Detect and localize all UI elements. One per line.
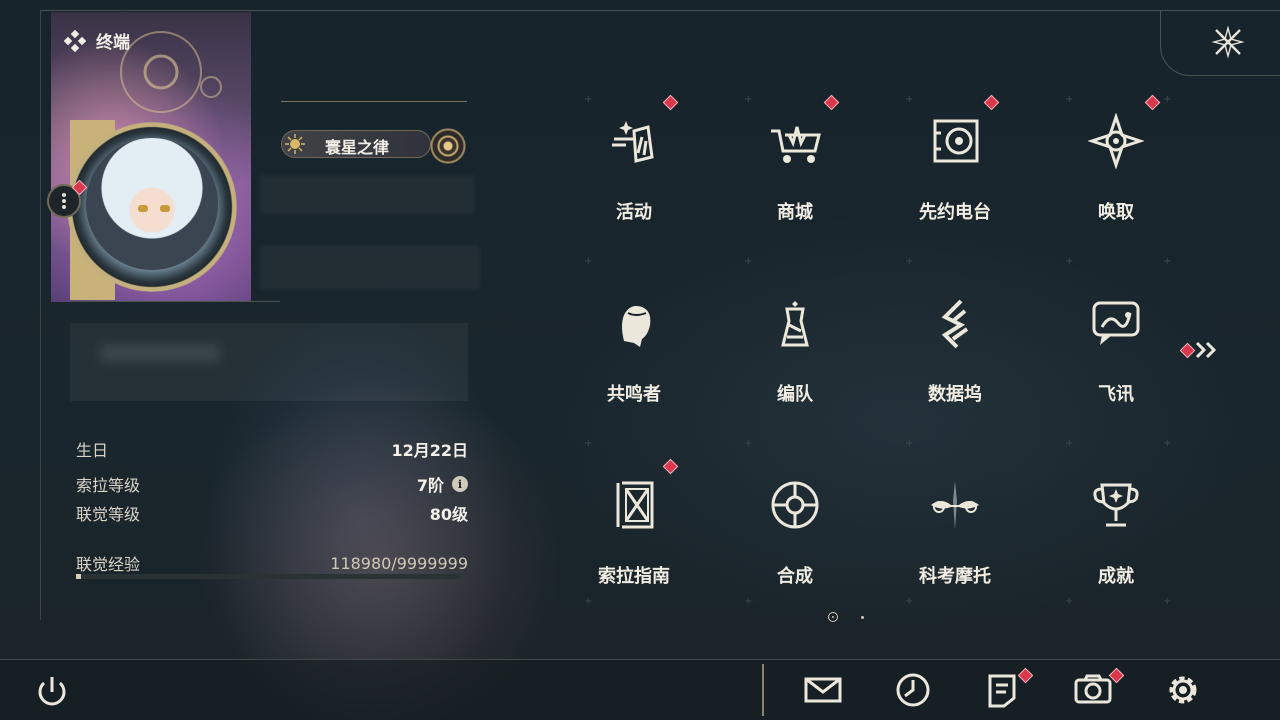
message-icon: [1092, 301, 1140, 345]
menu-label: 编队: [777, 384, 813, 405]
avatar-eye: [138, 205, 148, 212]
menu-label: 共鸣者: [607, 384, 661, 405]
stat-value-text: 12月22日: [391, 441, 468, 460]
camera-button[interactable]: [1071, 667, 1125, 712]
resonator-icon: [622, 306, 651, 347]
menu-label: 合成: [777, 566, 813, 587]
menu-label: 科考摩托: [919, 566, 991, 587]
hidden-signature[interactable]: [70, 323, 468, 401]
synthesis-icon: [771, 481, 819, 529]
info-icon[interactable]: i: [452, 476, 468, 492]
stat-sola-level: 索拉等级 7阶 i: [76, 472, 468, 496]
power-icon: [38, 677, 66, 706]
close-icon: [1211, 25, 1245, 59]
power-button[interactable]: [32, 672, 72, 712]
settings-button[interactable]: [1161, 668, 1205, 712]
exp-progress-fill: [76, 574, 81, 579]
stat-label: 生日: [76, 441, 109, 460]
divider: [762, 664, 764, 716]
stat-value: 7阶 i: [417, 472, 468, 496]
menu-item-motorcycle[interactable]: 科考摩托: [895, 457, 1015, 607]
menu-item-resonator[interactable]: 共鸣者: [574, 275, 694, 425]
notification-badge: [983, 94, 1000, 111]
menu-item-summon[interactable]: 唤取: [1056, 93, 1176, 243]
radio-icon: [933, 119, 979, 163]
menu-label: 活动: [616, 202, 652, 223]
title-badge-label: 寰星之律: [325, 138, 390, 157]
data-bank-icon: [941, 299, 969, 349]
notification-badge: [1144, 94, 1161, 111]
guide-book-icon: [616, 481, 654, 529]
stat-union-exp: 联觉经验 118980/9999999: [76, 551, 468, 575]
shop-cart-icon: [771, 126, 821, 163]
menu-label: 商城: [777, 202, 813, 223]
stat-value: 80级: [430, 501, 468, 525]
title-orb-icon: [430, 128, 466, 164]
frame-left-line: [40, 10, 41, 620]
stat-union-level: 联觉等级 80级: [76, 501, 468, 525]
notification-badge: [662, 458, 679, 475]
mail-icon: [804, 677, 842, 703]
motorcycle-icon: [931, 481, 979, 529]
divider: [70, 301, 280, 302]
stat-value: 118980/9999999: [330, 554, 468, 573]
mail-button[interactable]: [801, 668, 845, 712]
stat-value: 12月22日: [391, 437, 468, 461]
menu-label: 先约电台: [919, 202, 991, 223]
stat-label: 联觉经验: [76, 555, 141, 574]
stat-label: 联觉等级: [76, 505, 141, 524]
notification-badge: [823, 94, 840, 111]
stat-value-text: 80级: [429, 505, 468, 524]
menu-label: 成就: [1098, 566, 1134, 587]
menu-item-team[interactable]: 编队: [735, 275, 855, 425]
hidden-id: [260, 245, 480, 290]
divider: [0, 659, 1280, 660]
avatar[interactable]: [86, 138, 218, 270]
clock-icon: [896, 673, 930, 707]
menu-item-guide[interactable]: 索拉指南: [574, 457, 694, 607]
stat-value-text: 118980/9999999: [330, 553, 468, 573]
summon-compass-icon: [1088, 113, 1144, 169]
menu-label: 数据坞: [928, 384, 982, 405]
diamond-grid-icon: [64, 29, 86, 52]
next-page-button[interactable]: [1178, 338, 1222, 362]
team-chess-icon: [781, 301, 809, 347]
menu-item-message[interactable]: 飞讯: [1056, 275, 1176, 425]
menu-label: 唤取: [1098, 202, 1134, 223]
gear-icon: [1169, 676, 1197, 704]
exp-progress-bar: [76, 574, 460, 579]
menu-label: 飞讯: [1098, 384, 1134, 405]
chevron-double-right-icon: [1195, 341, 1217, 359]
page-indicator-active[interactable]: [828, 612, 838, 622]
menu-item-synthesis[interactable]: 合成: [735, 457, 855, 607]
trophy-icon: [1093, 483, 1139, 527]
page-title-text: 终端: [96, 33, 130, 53]
notification-badge: [662, 94, 679, 111]
close-button[interactable]: [1206, 22, 1250, 62]
menu-label: 索拉指南: [598, 566, 670, 587]
frame-top-line: [40, 10, 1280, 11]
timer-button[interactable]: [891, 668, 935, 712]
sun-emblem-icon: [285, 134, 305, 154]
hidden-name: [260, 175, 475, 215]
more-vertical-icon: [62, 193, 66, 209]
menu-item-radio[interactable]: 先约电台: [895, 93, 1015, 243]
menu-item-activity[interactable]: 活动: [574, 93, 694, 243]
stat-label: 索拉等级: [76, 476, 141, 495]
divider: [281, 101, 467, 102]
activity-icon: [612, 121, 654, 163]
menu-item-data-bank[interactable]: 数据坞: [895, 275, 1015, 425]
avatar-eye: [160, 205, 170, 212]
stat-value-text: 7阶: [416, 476, 444, 495]
notes-button[interactable]: [980, 667, 1034, 712]
stat-birthday: 生日 12月22日: [76, 437, 468, 461]
menu-item-achievement[interactable]: 成就: [1056, 457, 1176, 607]
menu-item-shop[interactable]: 商城: [735, 93, 855, 243]
page-indicator[interactable]: [861, 616, 864, 619]
notification-badge: [1179, 342, 1196, 358]
page-title: 终端: [64, 28, 130, 53]
